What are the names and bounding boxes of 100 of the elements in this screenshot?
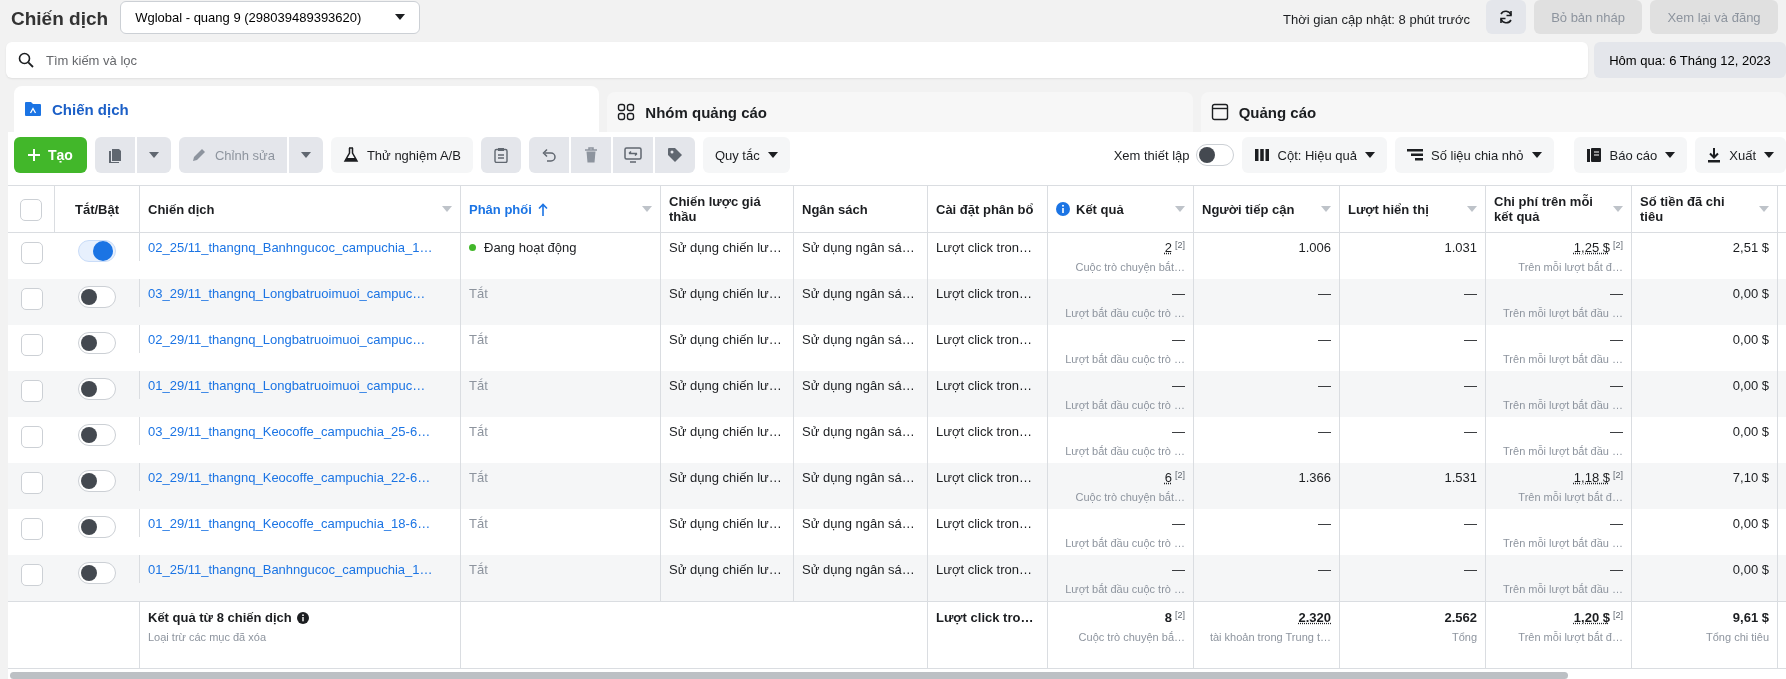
plus-icon: [28, 149, 40, 161]
ab-test-button[interactable]: Thử nghiệm A/B: [330, 137, 473, 173]
export-button[interactable]: Xuất: [1695, 137, 1786, 173]
cell-caption: Trên mỗi lượt bắt đầu …: [1502, 445, 1623, 457]
table-cell: —: [1172, 332, 1185, 347]
table-cell: Sử dụng ngân sá…: [802, 378, 915, 393]
row-checkbox[interactable]: [20, 242, 43, 264]
scrollbar-thumb[interactable]: [10, 672, 1568, 679]
swap-button[interactable]: [612, 137, 653, 173]
select-all-checkbox[interactable]: [20, 199, 42, 221]
row-checkbox[interactable]: [20, 334, 43, 356]
campaign-toggle[interactable]: [78, 286, 116, 308]
campaign-link[interactable]: 01_29/11_thangnq_Keocoffe_campuchia_18-6…: [148, 516, 431, 531]
row-checkbox[interactable]: [20, 564, 43, 586]
row-checkbox[interactable]: [20, 518, 43, 540]
campaign-toggle[interactable]: [78, 332, 116, 354]
campaign-toggle[interactable]: [78, 470, 116, 492]
table-cell: —: [1464, 286, 1477, 301]
dropdown-button[interactable]: [288, 137, 323, 173]
table-cell: —: [1172, 378, 1185, 393]
duplicate-button[interactable]: [94, 137, 135, 173]
cell-caption: Trên mỗi lượt bắt đầu …: [1502, 537, 1623, 549]
campaign-link[interactable]: 01_29/11_thangnq_Longbatruoimuoi_campuc…: [148, 378, 426, 393]
page-title: Chiến dịch: [11, 8, 109, 30]
folder-icon: [24, 100, 42, 118]
table-cell: Sử dụng ngân sá…: [802, 332, 915, 347]
delivery-status: Tắt: [469, 424, 488, 439]
column-header[interactable]: Phân phối: [469, 201, 532, 217]
table-cell: 2.320: [1298, 610, 1331, 625]
breakdown-button[interactable]: Số liệu chia nhỏ: [1395, 137, 1554, 173]
campaign-link[interactable]: 02_29/11_thangnq_Longbatruoimuoi_campuc…: [148, 332, 426, 347]
search-field[interactable]: Tìm kiếm và lọc: [6, 42, 1588, 78]
tab[interactable]: Chiến dịch: [14, 86, 600, 132]
row-checkbox[interactable]: [20, 472, 43, 494]
tag-button[interactable]: [654, 137, 695, 173]
row-checkbox[interactable]: [20, 426, 43, 448]
campaign-toggle[interactable]: [78, 562, 116, 584]
column-header[interactable]: Ngân sách: [802, 201, 868, 217]
caret-down-icon: [300, 152, 311, 158]
campaign-toggle[interactable]: [78, 424, 116, 446]
column-header[interactable]: Chiến dịch: [148, 201, 215, 217]
table-cell: 0,00 $: [1732, 562, 1769, 577]
refresh-button[interactable]: [1486, 0, 1526, 34]
campaign-link[interactable]: 01_25/11_thangnq_Banhngucoc_campuchia_1…: [148, 562, 433, 577]
clipboard-icon: [493, 147, 508, 163]
table-cell: Lượt click tron…: [936, 240, 1032, 255]
view-setup-toggle[interactable]: [1195, 144, 1234, 166]
account-dropdown[interactable]: Wglobal - quang 9 (298039489393620): [120, 0, 421, 34]
campaign-toggle[interactable]: [78, 516, 116, 538]
caret-down-icon: [1531, 152, 1542, 158]
campaign-toggle[interactable]: [78, 240, 116, 262]
tab[interactable]: Quảng cáo: [1200, 92, 1786, 132]
row-checkbox[interactable]: [20, 288, 43, 310]
row-checkbox[interactable]: [20, 380, 43, 402]
table-cell: —: [1610, 332, 1623, 347]
info-icon: [296, 611, 309, 624]
delivery-status: Đang hoạt động: [484, 240, 577, 255]
table-cell: 0,00 $: [1732, 286, 1769, 301]
clipboard-button[interactable]: [480, 137, 521, 173]
download-icon: [1707, 147, 1722, 163]
campaign-link[interactable]: 03_29/11_thangnq_Keocoffe_campuchia_25-6…: [148, 424, 431, 439]
campaign-toggle[interactable]: [78, 378, 116, 400]
cell-caption: Cuộc trò chuyện bắt…: [1074, 491, 1185, 503]
column-header[interactable]: Chi phí trên mỗi kết quả: [1494, 194, 1601, 224]
table-cell: —: [1464, 562, 1477, 577]
campaign-link[interactable]: 03_29/11_thangnq_Longbatruoimuoi_campuc…: [148, 286, 426, 301]
table-cell: Sử dụng chiến lư…: [669, 240, 782, 255]
column-header[interactable]: Kết quả: [1076, 201, 1124, 217]
footnote: [2]: [1613, 240, 1623, 250]
table-cell: 0,00 $: [1732, 516, 1769, 531]
undo-button[interactable]: [528, 137, 569, 173]
campaign-link[interactable]: 02_25/11_thangnq_Banhngucoc_campuchia_1…: [148, 240, 433, 255]
column-header[interactable]: Cài đặt phân bổ: [936, 201, 1034, 217]
tab[interactable]: Nhóm quảng cáo: [607, 92, 1193, 132]
cell-caption: Tổng: [1450, 631, 1477, 643]
table-cell: —: [1318, 516, 1331, 531]
table-cell: —: [1610, 286, 1623, 301]
delivery-status: Tắt: [469, 562, 488, 577]
column-header[interactable]: Người tiếp cận: [1202, 201, 1295, 217]
dropdown-button[interactable]: [136, 137, 171, 173]
table-cell: —: [1464, 424, 1477, 439]
column-header[interactable]: Lượt hiển thị: [1348, 201, 1429, 217]
table-cell: Lượt click tron…: [936, 286, 1032, 301]
column-header[interactable]: Tắt/Bật: [74, 201, 120, 217]
rules-button[interactable]: Quy tắc: [702, 137, 790, 173]
table-cell: Sử dụng chiến lư…: [669, 332, 782, 347]
columns-button[interactable]: Cột: Hiệu quả: [1241, 137, 1388, 173]
cell-caption: Trên mỗi lượt bắt đầu …: [1502, 399, 1623, 411]
table-cell: Sử dụng ngân sá…: [802, 516, 915, 531]
campaign-link[interactable]: 02_29/11_thangnq_Keocoffe_campuchia_22-6…: [148, 470, 431, 485]
cell-caption: Trên mỗi lượt bắt đầu …: [1502, 583, 1623, 595]
reports-button[interactable]: Báo cáo: [1573, 137, 1688, 173]
table-cell: Lượt click tron…: [936, 424, 1032, 439]
search-icon: [18, 52, 34, 68]
flask-icon: [342, 147, 359, 163]
date-range-button[interactable]: Hôm qua: 6 Tháng 12, 2023: [1594, 42, 1786, 78]
pencil-icon: [190, 147, 207, 163]
column-header[interactable]: Chiến lược giá thầu: [669, 194, 785, 224]
delete-button[interactable]: [570, 137, 611, 173]
column-header[interactable]: Số tiền đã chi tiêu: [1640, 194, 1747, 224]
